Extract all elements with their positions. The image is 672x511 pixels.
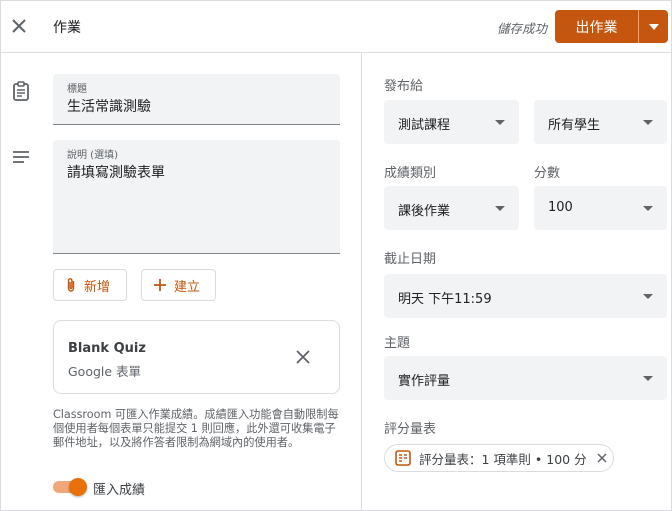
points-select[interactable]: 100 [534, 186, 667, 230]
title-field-value: 生活常識測驗 [67, 99, 151, 115]
grade-category-select[interactable]: 課後作業 [384, 186, 519, 230]
close-icon[interactable] [5, 12, 33, 40]
topic-select[interactable]: 實作評量 [384, 356, 667, 400]
points-label: 分數 [534, 166, 561, 181]
topic-label: 主題 [384, 336, 411, 351]
plus-icon [154, 279, 166, 291]
assignment-clipboard-icon [11, 81, 31, 101]
due-select[interactable]: 明天 下午11:59 [384, 274, 667, 318]
rubric-icon [395, 450, 411, 466]
create-button[interactable]: 建立 [141, 269, 216, 301]
top-bar: 作業 儲存成功 出作業 [1, 1, 672, 53]
chevron-down-icon [648, 23, 659, 30]
title-field-label: 標題 [67, 84, 87, 95]
due-value: 明天 下午11:59 [398, 292, 492, 307]
rubric-label: 評分量表 [384, 422, 437, 437]
remove-attachment-icon[interactable] [293, 347, 313, 367]
due-label: 截止日期 [384, 252, 437, 267]
students-select-value: 所有學生 [548, 118, 601, 133]
create-label: 建立 [174, 279, 201, 295]
assign-button[interactable]: 出作業 [555, 10, 638, 43]
assign-dropdown-button[interactable] [638, 10, 668, 43]
grade-import-label: 匯入成績 [93, 483, 146, 498]
attachment-card[interactable]: Blank Quiz Google 表單 [53, 320, 340, 394]
dropdown-arrow-icon [643, 120, 653, 125]
dropdown-arrow-icon [495, 206, 505, 211]
class-select[interactable]: 測試課程 [384, 100, 519, 144]
dropdown-arrow-icon [643, 206, 653, 211]
remove-rubric-icon[interactable] [597, 453, 607, 463]
class-select-value: 測試課程 [398, 118, 451, 133]
save-status: 儲存成功 [496, 21, 547, 36]
grade-import-toggle[interactable] [53, 478, 87, 496]
description-lines-icon [11, 147, 31, 167]
add-attachment-label: 新增 [84, 279, 111, 295]
dropdown-arrow-icon [495, 120, 505, 125]
dropdown-arrow-icon [643, 376, 653, 381]
description-field-label: 說明 (選填) [67, 150, 118, 161]
rubric-chip-text: 評分量表：1 項準則 • 100 分 [419, 451, 587, 467]
attachment-subtitle: Google 表單 [68, 364, 142, 379]
grade-category-value: 課後作業 [398, 204, 451, 219]
add-attachment-button[interactable]: 新增 [53, 269, 127, 301]
description-field[interactable]: 說明 (選填) 請填寫測驗表單 [53, 140, 340, 254]
grade-import-note: Classroom 可匯入作業成績。成績匯入功能會自動限制每個使用者每個表單只能… [53, 408, 339, 450]
description-field-value: 請填寫測驗表單 [67, 165, 165, 181]
attachment-title: Blank Quiz [68, 341, 146, 356]
rubric-chip[interactable]: 評分量表：1 項準則 • 100 分 [384, 444, 614, 472]
paperclip-icon [67, 278, 75, 292]
page-title: 作業 [53, 20, 81, 36]
toggle-knob [69, 478, 87, 496]
title-field[interactable]: 標題 生活常識測驗 [53, 74, 340, 125]
assignment-dialog: 作業 儲存成功 出作業 標題 生活常識測驗 說明 (選填) 請填寫測驗表單 新增… [0, 0, 672, 511]
dropdown-arrow-icon [643, 294, 653, 299]
for-label: 發布給 [384, 79, 424, 94]
points-value: 100 [548, 200, 573, 215]
topic-value: 實作評量 [398, 374, 451, 389]
students-select[interactable]: 所有學生 [534, 100, 667, 144]
grade-category-label: 成績類別 [384, 166, 437, 181]
